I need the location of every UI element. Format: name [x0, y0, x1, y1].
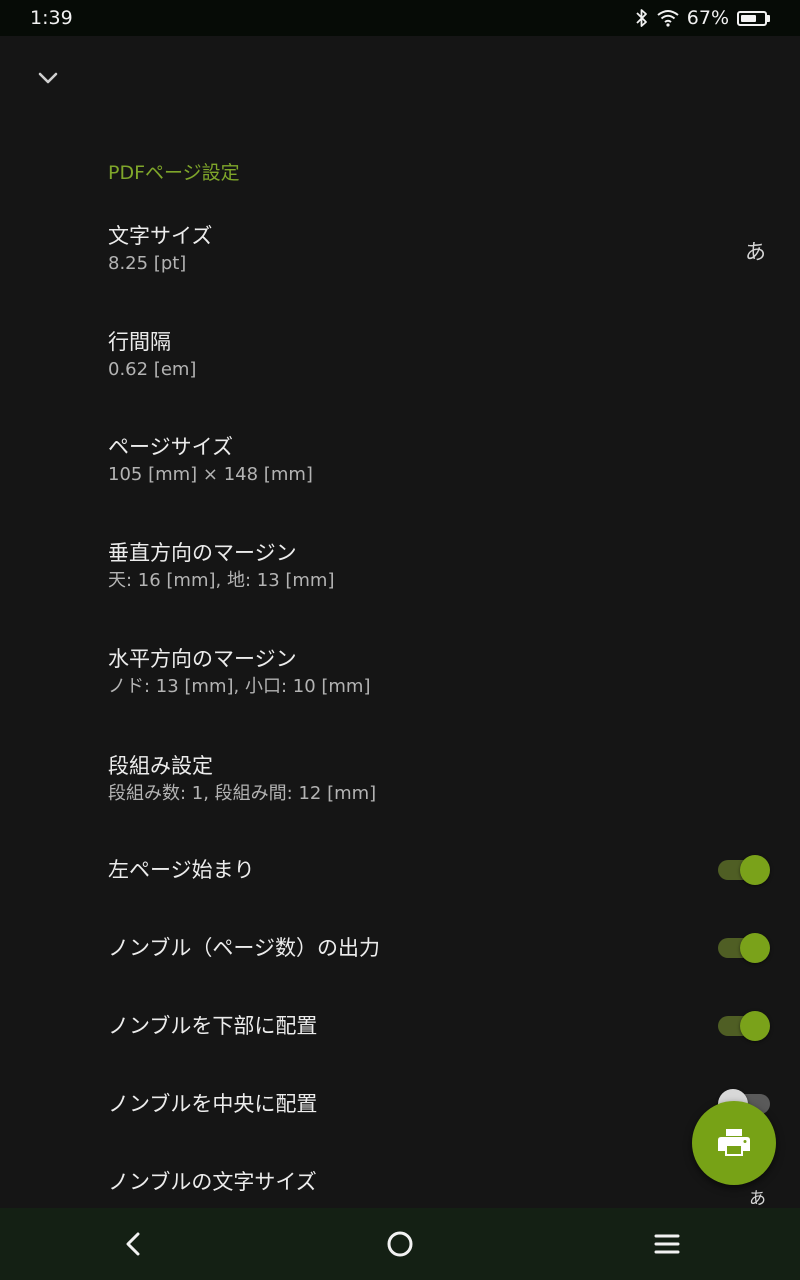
battery-icon	[737, 10, 770, 26]
setting-summary: 0.62 [em]	[108, 359, 197, 380]
setting-summary: 天: 16 [mm], 地: 13 [mm]	[108, 570, 335, 591]
setting-page-size[interactable]: ページサイズ 105 [mm] × 148 [mm]	[0, 433, 800, 487]
setting-title: ノンブルを下部に配置	[108, 1014, 318, 1038]
home-icon	[387, 1231, 413, 1257]
collapse-button[interactable]	[28, 58, 68, 98]
navigation-bar	[0, 1208, 800, 1280]
print-icon	[718, 1129, 750, 1156]
setting-title: 水平方向のマージン	[108, 647, 297, 671]
print-button[interactable]	[692, 1101, 776, 1185]
status-icons: 67%	[635, 7, 770, 29]
back-button[interactable]	[93, 1208, 173, 1280]
battery-percent: 67%	[686, 7, 729, 29]
setting-title: ノンブルを中央に配置	[108, 1092, 318, 1116]
setting-title: ノンブル（ページ数）の出力	[108, 936, 380, 960]
menu-button[interactable]	[627, 1208, 707, 1280]
setting-vertical-margin[interactable]: 垂直方向のマージン 天: 16 [mm], 地: 13 [mm]	[0, 539, 800, 593]
setting-page-number-output[interactable]: ノンブル（ページ数）の出力	[0, 934, 800, 962]
bluetooth-icon	[636, 9, 647, 27]
section-title: PDFページ設定	[108, 162, 240, 184]
status-bar: 1:39 67%	[0, 0, 800, 36]
home-button[interactable]	[360, 1208, 440, 1280]
toggle-switch[interactable]	[718, 853, 770, 887]
toggle-switch[interactable]	[718, 931, 770, 965]
font-preview-glyph: あ	[745, 240, 766, 264]
setting-font-size[interactable]: 文字サイズ 8.25 [pt] あ	[0, 222, 800, 276]
setting-page-number-center[interactable]: ノンブルを中央に配置	[0, 1090, 800, 1118]
setting-title: 左ページ始まり	[108, 858, 255, 882]
setting-title: ノンブルの文字サイズ	[108, 1170, 317, 1194]
wifi-icon	[657, 10, 679, 27]
setting-summary: ノド: 13 [mm], 小口: 10 [mm]	[108, 676, 371, 697]
setting-title: 段組み設定	[108, 754, 213, 778]
setting-columns[interactable]: 段組み設定 段組み数: 1, 段組み間: 12 [mm]	[0, 752, 800, 806]
setting-page-number-font-size[interactable]: ノンブルの文字サイズ あ	[0, 1168, 800, 1209]
screen: 1:39 67% PDFページ設定 文字サイズ 8.25 [pt] あ 行間隔 …	[0, 0, 800, 1280]
back-icon	[126, 1232, 140, 1256]
setting-title: 行間隔	[108, 330, 171, 354]
setting-horizontal-margin[interactable]: 水平方向のマージン ノド: 13 [mm], 小口: 10 [mm]	[0, 645, 800, 699]
toggle-switch[interactable]	[718, 1009, 770, 1043]
setting-summary: 段組み数: 1, 段組み間: 12 [mm]	[108, 783, 377, 804]
setting-line-spacing[interactable]: 行間隔 0.62 [em]	[0, 328, 800, 382]
setting-title: ページサイズ	[108, 435, 233, 459]
chevron-down-icon	[38, 72, 58, 84]
setting-page-number-bottom[interactable]: ノンブルを下部に配置	[0, 1012, 800, 1040]
setting-title: 垂直方向のマージン	[108, 541, 297, 565]
clock: 1:39	[30, 7, 73, 29]
setting-summary: 105 [mm] × 148 [mm]	[108, 464, 313, 485]
font-preview-glyph: あ	[749, 1189, 766, 1209]
setting-left-page-start[interactable]: 左ページ始まり	[0, 856, 800, 884]
setting-summary: 8.25 [pt]	[108, 253, 187, 274]
menu-icon	[654, 1234, 680, 1254]
setting-title: 文字サイズ	[108, 224, 213, 248]
